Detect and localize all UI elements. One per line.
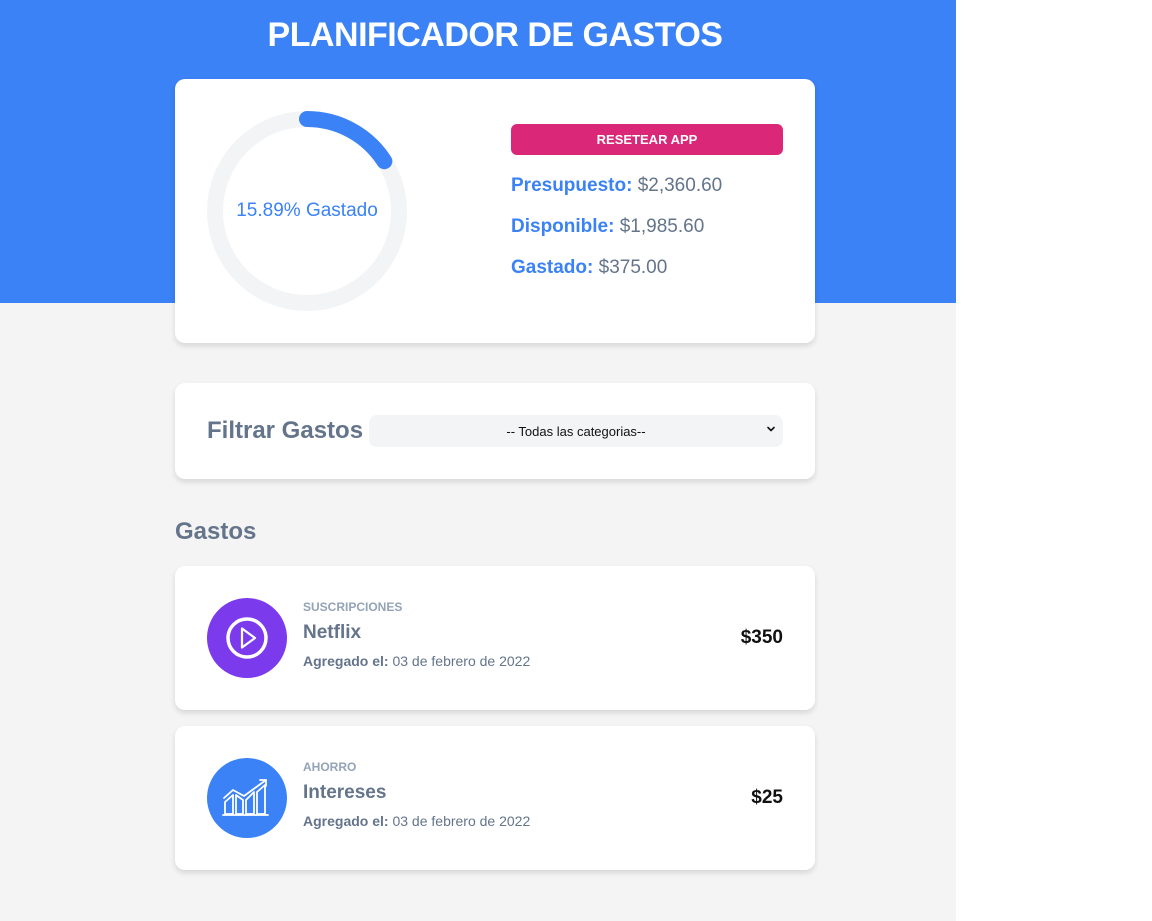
filter-card: Filtrar Gastos -- Todas las categorias--: [175, 383, 815, 479]
expense-date-label: Agregado el:: [303, 813, 389, 829]
expense-category: AHORRO: [303, 760, 357, 774]
expense-name: Intereses: [303, 782, 387, 803]
budget-total: Presupuesto: $2,360.60: [511, 175, 722, 197]
budget-card: 15.89% Gastado RESETEAR APP Presupuesto:…: [175, 79, 815, 343]
budget-spent-value: $375.00: [598, 257, 668, 278]
expense-date: Agregado el: 03 de febrero de 2022: [303, 653, 530, 669]
app-container: PLANIFICADOR DE GASTOS 15.89% Gastado RE…: [0, 0, 956, 921]
play-icon: [226, 617, 268, 659]
filter-label: Filtrar Gastos: [207, 417, 364, 444]
budget-total-label: Presupuesto:: [511, 175, 633, 196]
budget-available-value: $1,985.60: [619, 216, 705, 237]
budget-available: Disponible: $1,985.60: [511, 216, 704, 238]
expense-name: Netflix: [303, 622, 362, 643]
progress-label: 15.89% Gastado: [236, 200, 378, 221]
savings-chart-icon: [222, 779, 269, 816]
expense-icon-circle: [207, 598, 287, 678]
expense-category: SUSCRIPCIONES: [303, 600, 403, 614]
app-title: PLANIFICADOR DE GASTOS: [267, 16, 723, 54]
expense-amount: $350: [740, 627, 783, 648]
budget-spent: Gastado: $375.00: [511, 257, 667, 279]
expense-date-label: Agregado el:: [303, 653, 389, 669]
budget-progress-circle: 15.89% Gastado: [207, 111, 407, 311]
reset-app-button[interactable]: RESETEAR APP: [511, 124, 783, 155]
expense-icon-circle: [207, 758, 287, 838]
expense-date: Agregado el: 03 de febrero de 2022: [303, 813, 530, 829]
expense-amount: $25: [751, 787, 783, 808]
expense-date-value: 03 de febrero de 2022: [392, 653, 531, 669]
category-filter-select[interactable]: -- Todas las categorias--: [369, 415, 783, 447]
expense-item[interactable]: AHORRO Intereses Agregado el: 03 de febr…: [175, 726, 815, 870]
budget-spent-label: Gastado:: [511, 257, 594, 278]
expenses-heading: Gastos: [175, 518, 257, 545]
budget-available-label: Disponible:: [511, 216, 615, 237]
category-filter-selected: -- Todas las categorias--: [506, 423, 646, 439]
expense-date-value: 03 de febrero de 2022: [392, 813, 531, 829]
expense-item[interactable]: SUSCRIPCIONES Netflix Agregado el: 03 de…: [175, 566, 815, 710]
chevron-down-icon: [767, 426, 775, 432]
budget-total-value: $2,360.60: [637, 175, 723, 196]
